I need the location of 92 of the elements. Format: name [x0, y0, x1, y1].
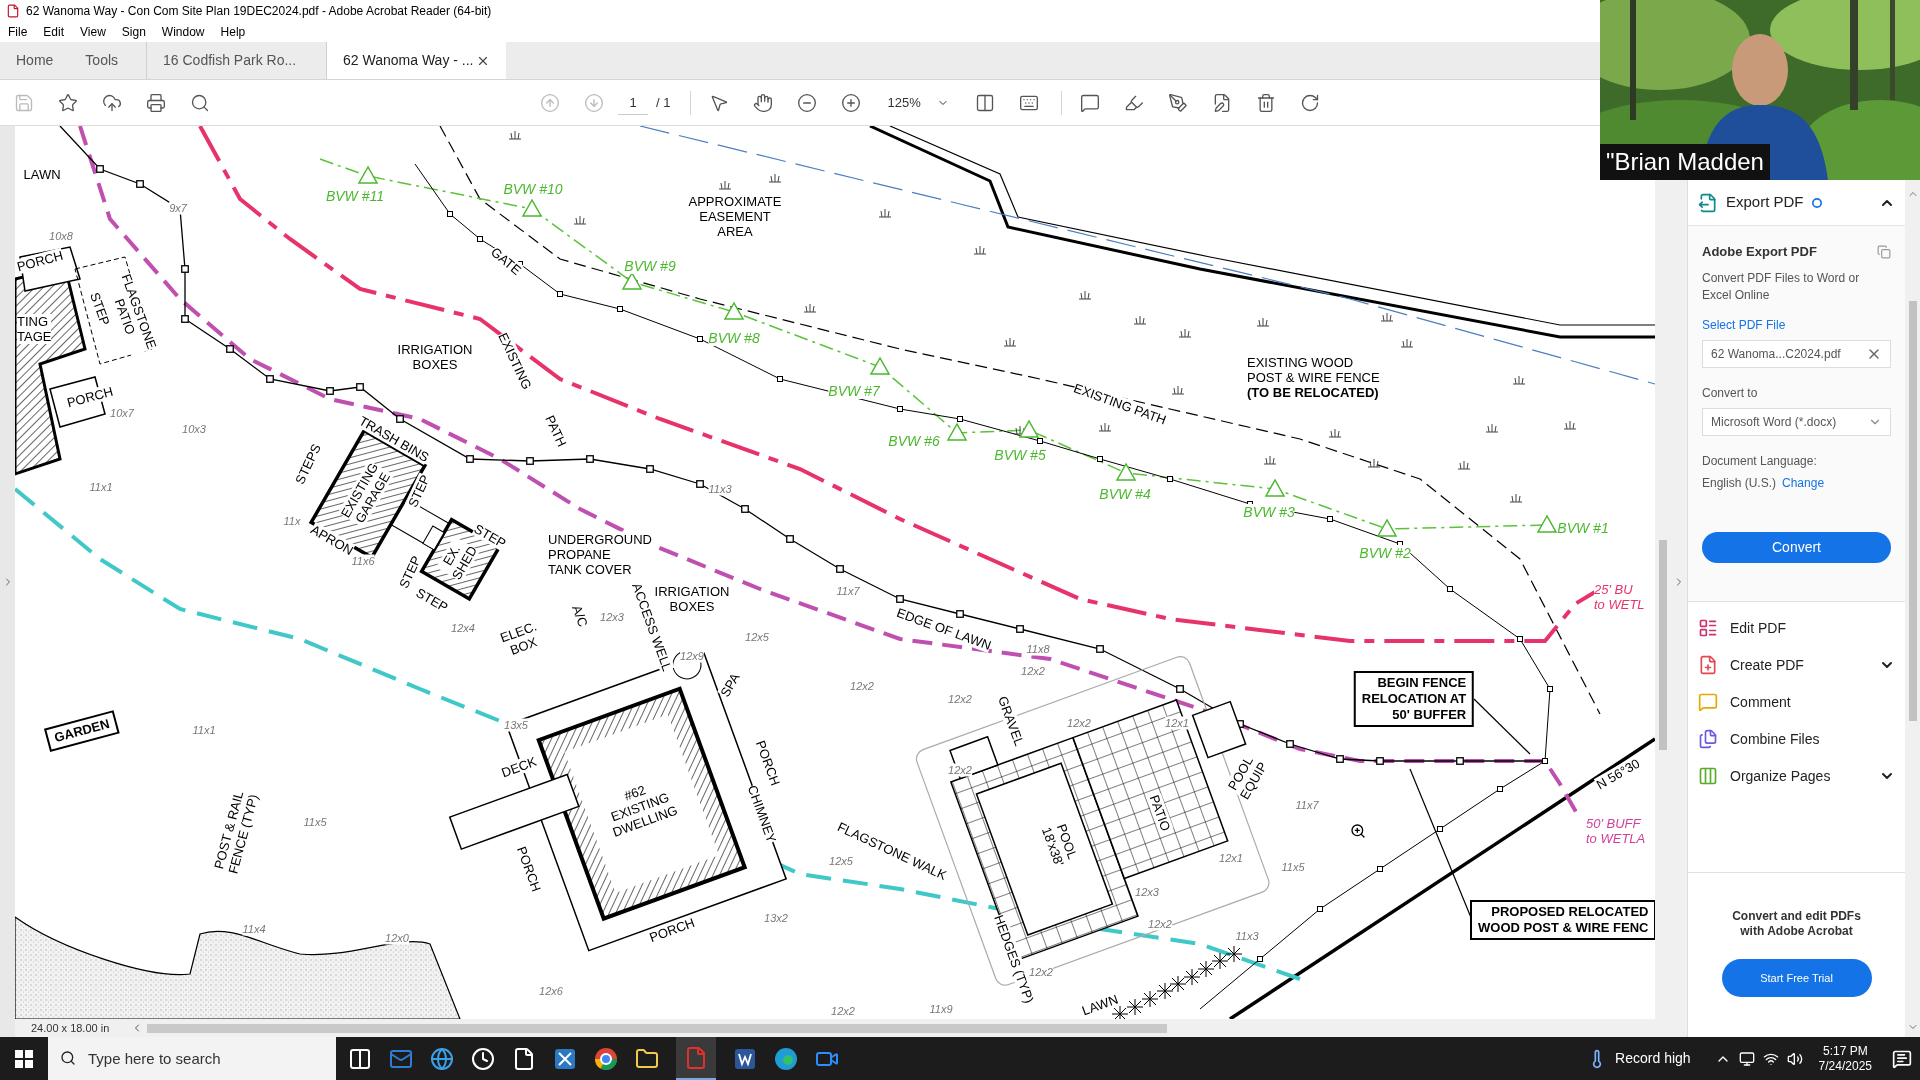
dimension-label: 12x1 [1165, 716, 1189, 730]
clock-time[interactable]: 5:17 PM [1822, 1043, 1868, 1059]
format-dropdown[interactable]: Microsoft Word (*.docx) [1702, 407, 1891, 436]
dimension-label: 12x2 [1148, 917, 1172, 931]
buffer-label: 50' BUFF to WETLA [1586, 816, 1646, 846]
dimension-label: 12x1 [1219, 851, 1243, 865]
dimension-label: 12x0 [385, 931, 409, 945]
dimension-label: 12x2 [1021, 664, 1045, 678]
promo-text: Convert and edit PDFs with Adobe Acrobat [1731, 909, 1862, 939]
plan-label: TING TAGE [17, 314, 52, 344]
dimension-label: 11x3 [708, 482, 732, 496]
tool-item[interactable]: Organize Pages [1688, 757, 1905, 795]
language-value: English (U.S.) [1702, 474, 1777, 492]
menu-item[interactable]: Sign [121, 23, 146, 41]
dimension-label: 11x1 [89, 480, 113, 494]
plan-label: LAWN [1080, 991, 1120, 1019]
tool-item[interactable]: Edit PDF [1688, 609, 1905, 647]
participant-name: "Brian Madden [1606, 147, 1764, 177]
dimension-label: 10x8 [49, 229, 73, 243]
menu-item[interactable]: Edit [43, 23, 65, 41]
page-count: / 1 [656, 93, 671, 112]
wetland-flag-label: BVW #7 [828, 383, 880, 399]
plan-label: UNDERGROUND PROPANE TANK COVER [548, 531, 652, 577]
field-label: Convert to [1702, 384, 1759, 402]
dimension-label: 12x5 [745, 630, 769, 644]
file-field[interactable]: 62 Wanoma...C2024.pdf [1702, 339, 1891, 368]
dimension-label: 12x2 [831, 1004, 855, 1018]
tab[interactable]: 62 Wanoma Way - ... [326, 42, 507, 79]
tool-item[interactable]: Combine Files [1688, 720, 1905, 758]
plan-label: EDGE OF LAWN [894, 605, 994, 653]
wetland-flag-label: BVW #2 [1359, 545, 1411, 561]
dimension-label: 11x9 [929, 1002, 953, 1016]
dimension-label: 11x1 [192, 723, 216, 737]
plan-label: IRRIGATION BOXES [397, 342, 473, 372]
buffer-label: 25' BU to WETL [1594, 582, 1645, 612]
dimension-label: 12x2 [948, 763, 972, 777]
wetland-flag-label: BVW #9 [624, 258, 676, 274]
dimension-label: 13x5 [504, 718, 528, 732]
dimension-label: 12x2 [850, 679, 874, 693]
dimension-label: 12x6 [539, 984, 563, 998]
trial-button[interactable]: Start Free Trial [1721, 959, 1872, 997]
wetland-flag-label: BVW #5 [994, 447, 1046, 463]
dimension-label: 10x7 [110, 406, 134, 420]
wetland-flag-label: BVW #4 [1099, 486, 1151, 502]
dimension-label: 11x5 [303, 815, 327, 829]
wetland-flag-label: BVW #8 [708, 330, 760, 346]
section-title: Adobe Export PDF [1702, 243, 1817, 261]
wetland-flag-label: BVW #11 [325, 188, 385, 204]
dimension-label: 13x2 [764, 911, 788, 925]
dimension-label: 11x6 [351, 554, 375, 568]
menu-item[interactable]: Help [220, 23, 246, 41]
menu-item[interactable]: View [80, 23, 106, 41]
weather-text[interactable]: Record high [1615, 1048, 1691, 1069]
dimension-label: 11x8 [1026, 642, 1050, 656]
dimension-label: 9x7 [169, 201, 187, 215]
field-label: Document Language: [1702, 452, 1818, 470]
dimension-label: 11x4 [242, 922, 266, 936]
clock-date[interactable]: 7/24/2025 [1818, 1058, 1872, 1074]
description: Convert PDF Files to Word or Excel Online [1702, 269, 1861, 304]
zoom-dropdown[interactable]: 125% [883, 89, 954, 116]
search-field[interactable]: Type here to search [48, 1037, 336, 1080]
select-file-link[interactable]: Select PDF File [1702, 315, 1891, 334]
dimension-label: 12x2 [948, 692, 972, 706]
change-link[interactable]: Change [1782, 473, 1825, 492]
dimension-label: 12x9 [680, 649, 704, 663]
page-field[interactable]: 1 [618, 90, 648, 115]
wetland-flag-label: BVW #1 [1557, 520, 1609, 536]
wetland-flag-label: BVW #3 [1243, 504, 1295, 520]
wetland-flag-label: BVW #6 [888, 433, 940, 449]
dimension-label: 12x4 [451, 621, 475, 635]
dimension-label: 11x7 [836, 584, 860, 598]
menu-item[interactable]: Window [161, 23, 205, 41]
dimension-label: 10x3 [182, 422, 206, 436]
window-title: 62 Wanoma Way - Con Com Site Plan 19DEC2024.pdf - Adobe Acrobat Reader (64-bit) [26, 3, 492, 20]
dimension-label: 11x7 [1295, 798, 1319, 812]
tool-item[interactable]: Comment [1688, 683, 1905, 721]
dimension-label: 12x3 [1135, 885, 1159, 899]
callout-box: BEGIN FENCE RELOCATION AT 50' BUFFER [1353, 671, 1475, 727]
tab[interactable]: Home [0, 42, 70, 79]
dimension-label: 11x5 [1281, 860, 1305, 874]
dimension-label: 11x [283, 514, 301, 528]
tool-item[interactable]: Create PDF [1688, 646, 1905, 684]
dimension-label: 12x3 [600, 610, 624, 624]
page-size-label: 24.00 x 18.00 in [31, 1020, 111, 1036]
callout-box: PROPOSED RELOCATED WOOD POST & WIRE FENC [1470, 900, 1655, 940]
panel-header[interactable]: Export PDF [1726, 191, 1804, 214]
tab[interactable]: Tools [69, 42, 135, 79]
menu-item[interactable]: File [8, 23, 28, 41]
plan-label: PATH [542, 413, 570, 449]
dimension-label: 12x2 [1067, 716, 1091, 730]
dimension-label: 11x3 [1235, 929, 1259, 943]
convert-button[interactable]: Convert [1702, 531, 1891, 563]
